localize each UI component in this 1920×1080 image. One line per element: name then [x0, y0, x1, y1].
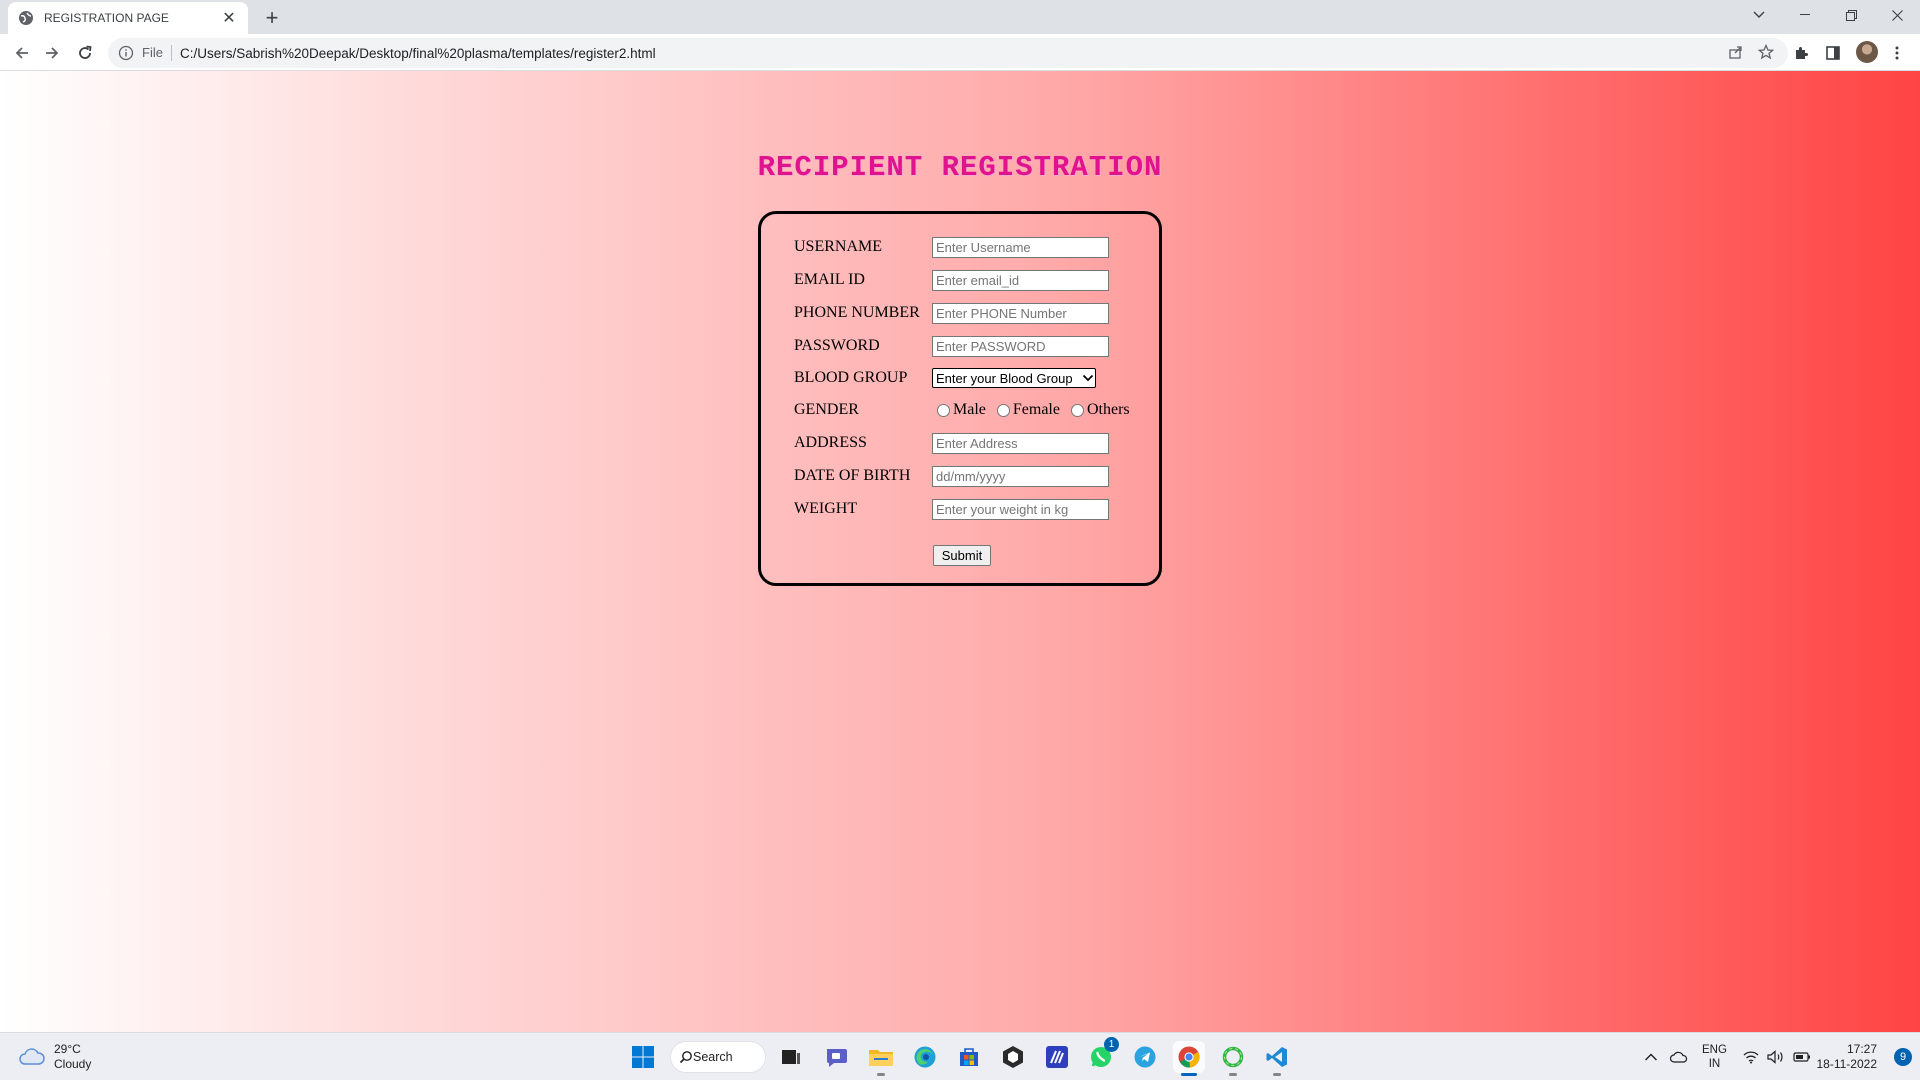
- microsoft-store-icon[interactable]: [953, 1041, 985, 1073]
- vscode-icon[interactable]: [1261, 1041, 1293, 1076]
- submit-button[interactable]: Submit: [933, 545, 991, 566]
- unity-hub-icon[interactable]: [997, 1041, 1029, 1073]
- blood-group-selected: Enter your Blood Group: [936, 370, 1073, 386]
- green-ring-app-icon[interactable]: [1217, 1041, 1249, 1076]
- gender-others-radio[interactable]: [1070, 403, 1084, 417]
- forward-arrow-icon[interactable]: [38, 39, 66, 67]
- gender-female-label[interactable]: Female: [1013, 401, 1060, 419]
- info-icon[interactable]: [118, 45, 134, 61]
- phone-label: PHONE NUMBER: [794, 304, 920, 321]
- username-input[interactable]: [932, 236, 1109, 258]
- weather-temp: 29°C: [54, 1042, 81, 1056]
- email-input[interactable]: [932, 269, 1109, 291]
- phone-input[interactable]: [932, 302, 1109, 324]
- browser-tab[interactable]: REGISTRATION PAGE ✕: [8, 2, 248, 34]
- clock-date: 18-11-2022: [1816, 1057, 1878, 1071]
- gender-row: GENDER Male Female Others: [794, 399, 1136, 421]
- telegram-icon[interactable]: [1129, 1041, 1161, 1073]
- address-input[interactable]: [932, 432, 1109, 454]
- blood-group-row: BLOOD GROUP Enter your Blood Group: [794, 367, 1096, 389]
- username-row: USERNAME: [794, 236, 1109, 258]
- bookmark-star-icon[interactable]: [1758, 44, 1774, 60]
- chevron-up-icon[interactable]: [1644, 1052, 1658, 1062]
- gender-male-radio[interactable]: [937, 403, 950, 417]
- reload-icon[interactable]: [71, 39, 99, 67]
- email-row: EMAIL ID: [794, 269, 1109, 291]
- close-window-button[interactable]: [1874, 0, 1920, 30]
- side-panel-icon[interactable]: [1822, 42, 1844, 64]
- notification-badge[interactable]: 9: [1894, 1048, 1912, 1066]
- wifi-icon[interactable]: [1743, 1050, 1759, 1064]
- taskbar: 29°C Cloudy Search 1 ENG IN 17:27 18-11-…: [0, 1032, 1920, 1080]
- email-label: EMAIL ID: [794, 271, 865, 288]
- clock-time: 17:27: [1846, 1042, 1877, 1056]
- new-tab-button[interactable]: +: [258, 4, 286, 32]
- clock[interactable]: 17:27 18-11-2022: [1817, 1042, 1878, 1072]
- browser-tab-strip: REGISTRATION PAGE ✕ +: [0, 0, 1920, 34]
- weather-condition: Cloudy: [54, 1057, 92, 1071]
- onedrive-cloud-icon[interactable]: [1670, 1051, 1688, 1063]
- windows-start-icon[interactable]: [627, 1041, 659, 1073]
- address-row: ADDRESS: [794, 432, 1109, 454]
- minimize-button[interactable]: [1782, 0, 1828, 30]
- taskbar-search[interactable]: Search: [670, 1041, 766, 1073]
- address-label: ADDRESS: [794, 434, 867, 451]
- cloud-icon: [19, 1048, 45, 1065]
- globe-icon: [19, 11, 33, 25]
- language-line1: ENG: [1702, 1044, 1727, 1056]
- tab-search-icon[interactable]: [1736, 0, 1782, 30]
- chrome-icon[interactable]: [1173, 1041, 1205, 1076]
- notes-app-icon[interactable]: [1041, 1041, 1073, 1073]
- language-line2: IN: [1708, 1058, 1721, 1070]
- more-menu-icon[interactable]: [1886, 42, 1908, 64]
- phone-row: PHONE NUMBER: [794, 302, 1109, 324]
- password-input[interactable]: [932, 335, 1109, 357]
- dob-input[interactable]: [932, 465, 1109, 487]
- blood-group-select[interactable]: Enter your Blood Group: [932, 368, 1096, 388]
- gender-female-radio[interactable]: [996, 403, 1010, 417]
- profile-avatar[interactable]: [1856, 41, 1878, 63]
- weight-label: WEIGHT: [794, 500, 858, 517]
- username-label: USERNAME: [794, 238, 883, 255]
- share-icon[interactable]: [1728, 44, 1744, 60]
- gender-male-label[interactable]: Male: [953, 401, 986, 419]
- edge-browser-icon[interactable]: [909, 1041, 941, 1073]
- page-body: RECIPIENT REGISTRATION USERNAME EMAIL ID…: [0, 71, 1920, 1032]
- browser-toolbar: File C:/Users/Sabrish%20Deepak/Desktop/f…: [0, 34, 1920, 71]
- close-tab-icon[interactable]: ✕: [220, 9, 238, 27]
- tab-title: REGISTRATION PAGE: [44, 11, 169, 25]
- url-text[interactable]: C:/Users/Sabrish%20Deepak/Desktop/final%…: [180, 46, 656, 61]
- dob-label: DATE OF BIRTH: [794, 467, 911, 484]
- chevron-down-icon: [1082, 374, 1094, 382]
- task-view-icon[interactable]: [775, 1041, 807, 1073]
- password-row: PASSWORD: [794, 335, 1109, 357]
- volume-icon[interactable]: [1767, 1050, 1785, 1064]
- password-label: PASSWORD: [794, 337, 880, 354]
- search-label: Search: [693, 1050, 733, 1064]
- registration-form: USERNAME EMAIL ID PHONE NUMBER PASSWORD …: [758, 211, 1162, 586]
- teams-chat-icon[interactable]: [821, 1041, 853, 1073]
- back-arrow-icon[interactable]: [8, 39, 36, 67]
- file-explorer-icon[interactable]: [865, 1041, 897, 1076]
- search-icon: [679, 1051, 692, 1064]
- url-scheme-label: File: [142, 45, 172, 61]
- battery-icon[interactable]: [1793, 1051, 1811, 1063]
- weather-widget[interactable]: 29°C Cloudy: [18, 1042, 91, 1072]
- gender-label: GENDER: [794, 401, 859, 418]
- weight-input[interactable]: [932, 498, 1109, 520]
- gender-radio-group: Male Female Others: [932, 401, 1136, 419]
- whatsapp-icon[interactable]: 1: [1085, 1037, 1119, 1073]
- address-bar[interactable]: File C:/Users/Sabrish%20Deepak/Desktop/f…: [108, 38, 1788, 68]
- blood-group-label: BLOOD GROUP: [794, 369, 908, 386]
- gender-others-label[interactable]: Others: [1087, 401, 1130, 419]
- extensions-puzzle-icon[interactable]: [1790, 42, 1812, 64]
- whatsapp-badge: 1: [1104, 1037, 1119, 1052]
- page-title: RECIPIENT REGISTRATION: [757, 151, 1163, 184]
- dob-row: DATE OF BIRTH: [794, 465, 1109, 487]
- weight-row: WEIGHT: [794, 498, 1109, 520]
- restore-button[interactable]: [1828, 0, 1874, 30]
- system-tray: ENG IN: [1644, 1033, 1811, 1080]
- language-indicator[interactable]: ENG IN: [1702, 1043, 1727, 1071]
